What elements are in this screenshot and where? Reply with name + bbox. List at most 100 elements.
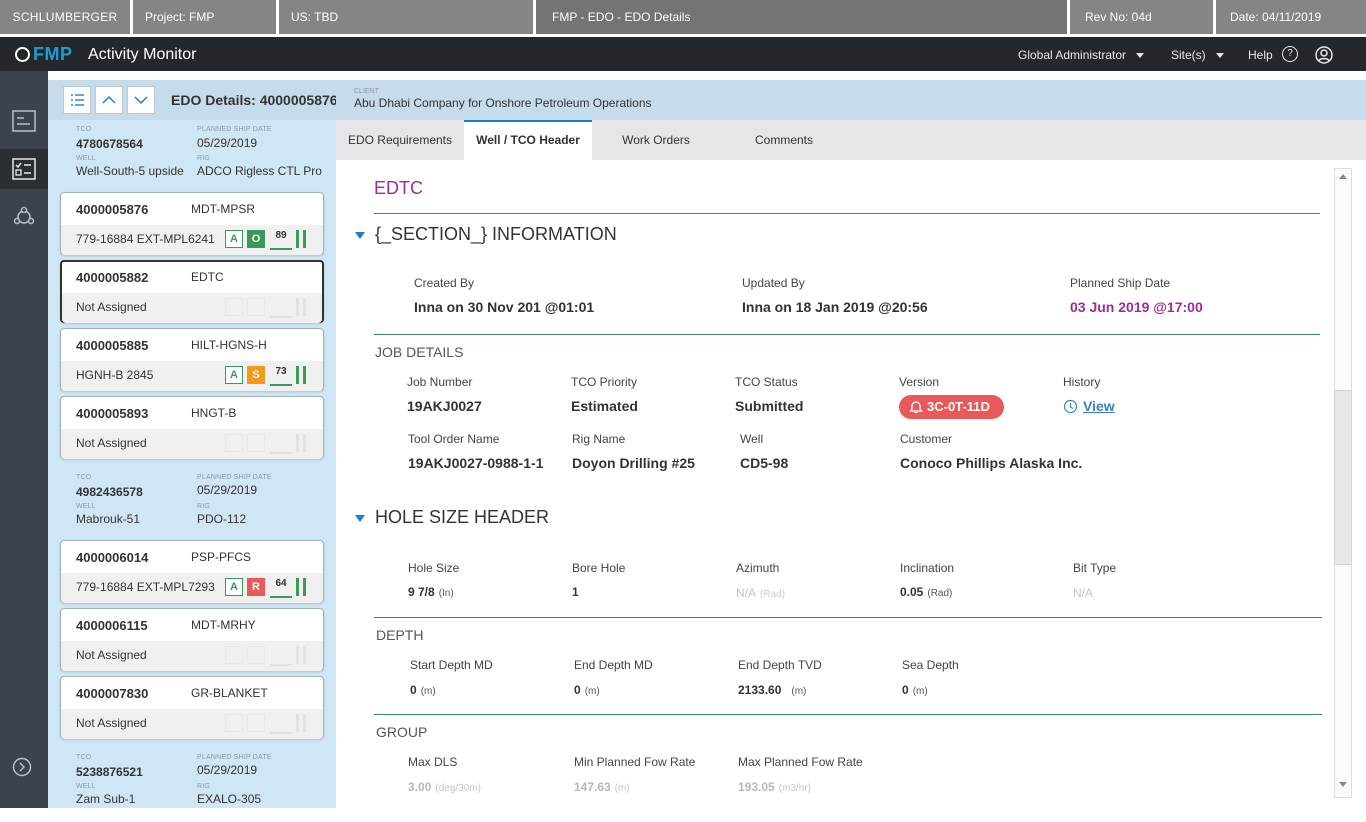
edo-type: GR-BLANKET	[191, 686, 268, 700]
app-header: FMP Activity Monitor Global Administrato…	[0, 37, 1366, 71]
list-icon	[71, 94, 84, 106]
indicator-bar	[303, 714, 306, 732]
tco-priority-label: TCO Priority	[571, 375, 637, 389]
max-dls-value: 3.00 (deg/30m)	[408, 780, 481, 794]
collapse-icon[interactable]	[355, 515, 365, 522]
tco-label: TCO	[76, 474, 92, 481]
well-label: Well	[740, 432, 764, 446]
previous-button[interactable]	[95, 86, 123, 114]
min-flow-label: Min Planned Fow Rate	[574, 755, 696, 769]
role-menu[interactable]: Global Administrator	[1018, 48, 1145, 62]
help-link[interactable]: Help	[1248, 48, 1273, 62]
progress-value: 73	[275, 366, 287, 377]
tab-bar: EDO Requirements Well / TCO Header Work …	[336, 120, 1366, 160]
well-label: WELL	[76, 503, 96, 510]
tco-group: TCO 4982436578 PLANNED SHIP DATE 05/29/2…	[48, 472, 336, 542]
next-button[interactable]	[127, 86, 155, 114]
bit-type-value: N/A	[1073, 586, 1094, 600]
rig-name: ADCO Rigless CTL Pro	[197, 164, 322, 178]
section-info-title[interactable]: {_SECTION_} INFORMATION	[375, 224, 617, 245]
edo-card[interactable]: 4000005876 MDT-MPSR 779-16884 EXT-MPL624…	[60, 192, 324, 255]
created-by-label: Created By	[414, 276, 475, 290]
status-badge	[225, 714, 243, 732]
nav-expand[interactable]	[0, 747, 48, 787]
depth-heading: DEPTH	[376, 627, 424, 643]
sites-menu[interactable]: Site(s)	[1171, 48, 1224, 62]
well-label: WELL	[76, 155, 96, 162]
rig-name-label: Rig Name	[572, 432, 626, 446]
edo-card[interactable]: 4000006014 PSP-PFCS 779-16884 EXT-MPL729…	[60, 540, 324, 603]
status-badge: R	[247, 578, 265, 596]
status-badge	[247, 646, 265, 664]
updated-by-label: Updated By	[742, 276, 805, 290]
inclination-value: 0.05 (Rad)	[900, 585, 953, 599]
ship-date: 05/29/2019	[197, 483, 258, 497]
content-scrollbar[interactable]	[1334, 160, 1366, 808]
hole-size-title[interactable]: HOLE SIZE HEADER	[375, 507, 549, 528]
well-label: WELL	[76, 783, 96, 790]
max-flow-value: 193.05 (m3/hr)	[738, 780, 811, 794]
edo-number: 4000006115	[76, 618, 148, 633]
rig-name: EXALO-305	[197, 792, 262, 806]
status-badge: S	[247, 366, 265, 384]
nav-network[interactable]	[0, 197, 48, 237]
edo-card[interactable]: 4000005882 EDTC Not Assigned	[60, 260, 324, 323]
progress-bar	[270, 248, 292, 250]
edo-card[interactable]: 4000005885 HILT-HGNS-H HGNH-B 2845 A S 7…	[60, 328, 324, 391]
bore-hole-value: 1	[572, 585, 579, 599]
edo-card[interactable]: 4000007830 GR-BLANKET Not Assigned	[60, 676, 324, 739]
divider	[374, 213, 1320, 214]
tco-number: 4780678564	[76, 137, 143, 151]
list-view-button[interactable]	[63, 86, 91, 114]
version-badge[interactable]: 3C-0T-11D	[899, 395, 1004, 419]
hole-size-value: 9 7/8 (In)	[408, 585, 454, 599]
rig-label: RIG	[197, 155, 211, 162]
collapse-icon[interactable]	[355, 232, 365, 239]
indicator-bar	[296, 298, 299, 316]
tco-group: TCO 4780678564 PLANNED SHIP DATE 05/29/2…	[48, 124, 336, 194]
edo-type: PSP-PFCS	[191, 550, 252, 564]
edo-number: 4000005893	[76, 406, 149, 421]
help-icon[interactable]: ?	[1282, 46, 1298, 62]
scroll-up-icon[interactable]	[1339, 174, 1347, 179]
divider	[374, 617, 1322, 618]
edo-card[interactable]: 4000006115 MDT-MRHY Not Assigned	[60, 608, 324, 671]
edo-number: 4000007830	[76, 686, 149, 701]
nav-document-list[interactable]	[0, 101, 48, 141]
indicator-bar	[296, 646, 299, 664]
ship-date-label: PLANNED SHIP DATE	[197, 126, 272, 133]
user-icon[interactable]	[1315, 46, 1333, 64]
group-heading: GROUP	[376, 724, 428, 740]
status-badge	[247, 298, 265, 316]
company-name: SCHLUMBERGER	[0, 0, 130, 34]
logo-icon	[15, 47, 30, 62]
edo-subtitle: Not Assigned	[76, 648, 147, 662]
app-logo[interactable]: FMP	[33, 44, 73, 65]
nav-checklist[interactable]	[0, 149, 48, 189]
progress-bar	[270, 732, 292, 734]
indicator-bar	[296, 366, 299, 384]
edo-details-title: EDO Details: 4000005876	[171, 92, 338, 108]
tco-label: TCO	[76, 754, 92, 761]
tab-comments[interactable]: Comments	[720, 120, 848, 160]
tab-work-orders[interactable]: Work Orders	[592, 120, 720, 160]
edo-type: HILT-HGNS-H	[191, 338, 267, 352]
scroll-thumb[interactable]	[1334, 390, 1352, 565]
status-badge: A	[225, 366, 243, 384]
created-by-value: Inna on 30 Nov 201 @01:01	[414, 299, 595, 315]
edo-subtitle: Not Assigned	[76, 300, 147, 314]
tab-edo-requirements[interactable]: EDO Requirements	[336, 120, 464, 160]
tab-well-tco-header[interactable]: Well / TCO Header	[464, 120, 592, 160]
edo-type: HNGT-B	[191, 406, 237, 420]
status-badge: O	[247, 230, 265, 248]
history-view-link[interactable]: View	[1083, 398, 1115, 414]
checklist-icon	[12, 158, 36, 180]
project-field: Project: FMP	[133, 0, 276, 34]
scroll-down-icon[interactable]	[1339, 782, 1347, 787]
edo-card[interactable]: 4000005893 HNGT-B Not Assigned	[60, 396, 324, 459]
chevron-down-icon	[1215, 53, 1224, 59]
expand-icon	[12, 757, 32, 777]
chevron-down-icon	[134, 96, 148, 105]
status-badge	[225, 298, 243, 316]
status-badge	[247, 434, 265, 452]
